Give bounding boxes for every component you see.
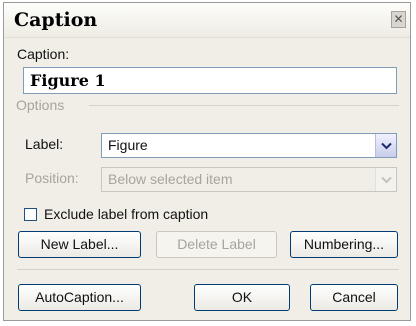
caption-dialog: Caption ✕ Caption: Figure 1 Options Labe… — [3, 2, 411, 321]
autocaption-button[interactable]: AutoCaption... — [18, 284, 141, 311]
ok-button[interactable]: OK — [194, 284, 290, 311]
delete-label-button[interactable]: Delete Label — [156, 231, 277, 258]
position-select-value: Below selected item — [108, 171, 233, 187]
options-group-label: Options — [16, 97, 65, 113]
dialog-title: Caption — [14, 9, 98, 31]
label-select-value: Figure — [108, 137, 148, 153]
title-bar: Caption ✕ — [4, 3, 410, 38]
position-field-label: Position: — [25, 170, 79, 186]
label-field-label: Label: — [25, 136, 64, 152]
cancel-button[interactable]: Cancel — [310, 284, 398, 311]
chevron-down-icon[interactable] — [375, 168, 396, 191]
position-select[interactable]: Below selected item — [101, 167, 397, 192]
options-group-divider — [89, 105, 399, 106]
new-label-button[interactable]: New Label... — [18, 231, 141, 258]
caption-input[interactable]: Figure 1 — [23, 67, 397, 94]
numbering-button[interactable]: Numbering... — [290, 231, 398, 258]
label-select[interactable]: Figure — [101, 133, 397, 158]
close-icon[interactable]: ✕ — [391, 11, 406, 28]
caption-field-label: Caption: — [17, 46, 70, 62]
button-separator — [17, 269, 399, 270]
chevron-down-icon[interactable] — [375, 134, 396, 157]
exclude-label-checkbox[interactable] — [24, 208, 37, 221]
exclude-label-text: Exclude label from caption — [44, 206, 209, 222]
